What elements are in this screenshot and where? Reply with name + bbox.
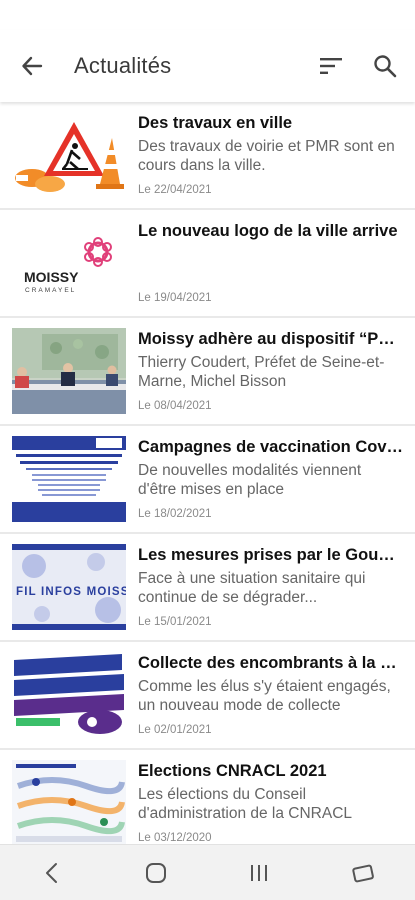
nav-rotate-button[interactable] <box>333 851 393 895</box>
news-content: Collecte des encombrants à la demande Co… <box>138 650 403 740</box>
news-list[interactable]: Des travaux en ville Des travaux de voir… <box>0 102 415 844</box>
search-icon <box>374 55 397 78</box>
news-date: Le 02/01/2021 <box>138 724 212 736</box>
vaccination-poster-image <box>12 436 126 522</box>
news-title: Moissy adhère au dispositif “Petites vil… <box>138 330 403 348</box>
encombrants-poster-image <box>12 652 126 738</box>
news-date: Le 15/01/2021 <box>138 616 212 628</box>
moissy-logo-image: MOISSY CRAMAYEL <box>12 220 126 306</box>
roadworks-sign-image <box>12 112 126 198</box>
news-title: Des travaux en ville <box>138 114 293 132</box>
nav-recents-icon <box>251 864 268 881</box>
news-date: Le 19/04/2021 <box>138 292 212 304</box>
page-title: Actualités <box>74 53 172 78</box>
news-content: Campagnes de vaccination Covid-19 De nou… <box>138 434 403 524</box>
news-description: Thierry Coudert, Préfet de Seine-et-Marn… <box>138 354 385 390</box>
sort-button[interactable] <box>311 46 351 86</box>
news-description: Comme les élus s'y étaient engagés, un n… <box>138 678 391 714</box>
nav-home-button[interactable] <box>126 851 186 895</box>
back-button[interactable] <box>12 46 52 86</box>
arrow-left-icon <box>22 56 43 76</box>
logo-text: MOISSY <box>24 269 79 285</box>
system-nav-bar <box>0 844 415 900</box>
fil-infos-banner-image: FIL INFOS MOISSY <box>12 544 126 630</box>
news-description: Face à une situation sanitaire qui conti… <box>138 570 366 606</box>
nav-recents-button[interactable] <box>229 851 289 895</box>
news-date: Le 03/12/2020 <box>138 832 212 844</box>
news-item[interactable]: Moissy adhère au dispositif “Petites vil… <box>0 318 415 424</box>
news-item[interactable]: Des travaux en ville Des travaux de voir… <box>0 102 415 208</box>
news-title: Campagnes de vaccination Covid-19 <box>138 438 403 456</box>
news-item[interactable]: FIL INFOS MOISSY Les mesures prises par … <box>0 534 415 640</box>
search-button[interactable] <box>365 46 405 86</box>
news-title: Collecte des encombrants à la demande <box>138 654 403 672</box>
meeting-photo-image <box>12 328 126 414</box>
news-item[interactable]: Elections CNRACL 2021 Les élections du C… <box>0 750 415 844</box>
news-title: Les mesures prises par le Gouvernement <box>138 546 403 564</box>
news-item[interactable]: Collecte des encombrants à la demande Co… <box>0 642 415 748</box>
banner-text: FIL INFOS MOISSY <box>16 586 126 598</box>
news-description: De nouvelles modalités viennent d'être m… <box>138 462 362 498</box>
elections-infographic-image <box>12 760 126 844</box>
nav-home-icon <box>145 862 166 883</box>
nav-back-icon <box>45 862 57 883</box>
sort-icon <box>320 58 342 74</box>
news-date: Le 18/02/2021 <box>138 508 212 520</box>
news-content: Elections CNRACL 2021 Les élections du C… <box>138 758 403 844</box>
nav-back-button[interactable] <box>22 851 82 895</box>
news-item[interactable]: Campagnes de vaccination Covid-19 De nou… <box>0 426 415 532</box>
news-description: Les élections du Conseil d'administratio… <box>138 786 353 822</box>
news-content: Le nouveau logo de la ville arrive Le 19… <box>138 218 403 308</box>
news-date: Le 22/04/2021 <box>138 184 212 196</box>
news-content: Les mesures prises par le Gouvernement F… <box>138 542 403 632</box>
logo-subtext: CRAMAYEL <box>25 287 76 294</box>
news-description: Des travaux de voirie et PMR sont en cou… <box>138 138 395 174</box>
news-title: Elections CNRACL 2021 <box>138 762 327 780</box>
news-date: Le 08/04/2021 <box>138 400 212 412</box>
news-content: Des travaux en ville Des travaux de voir… <box>138 110 403 200</box>
nav-rotate-icon <box>352 864 375 882</box>
news-content: Moissy adhère au dispositif “Petites vil… <box>138 326 403 416</box>
news-title: Le nouveau logo de la ville arrive <box>138 222 398 240</box>
news-item[interactable]: MOISSY CRAMAYEL Le nouveau logo de la vi… <box>0 210 415 316</box>
status-bar <box>0 0 415 30</box>
app-bar: Actualités <box>0 30 415 102</box>
